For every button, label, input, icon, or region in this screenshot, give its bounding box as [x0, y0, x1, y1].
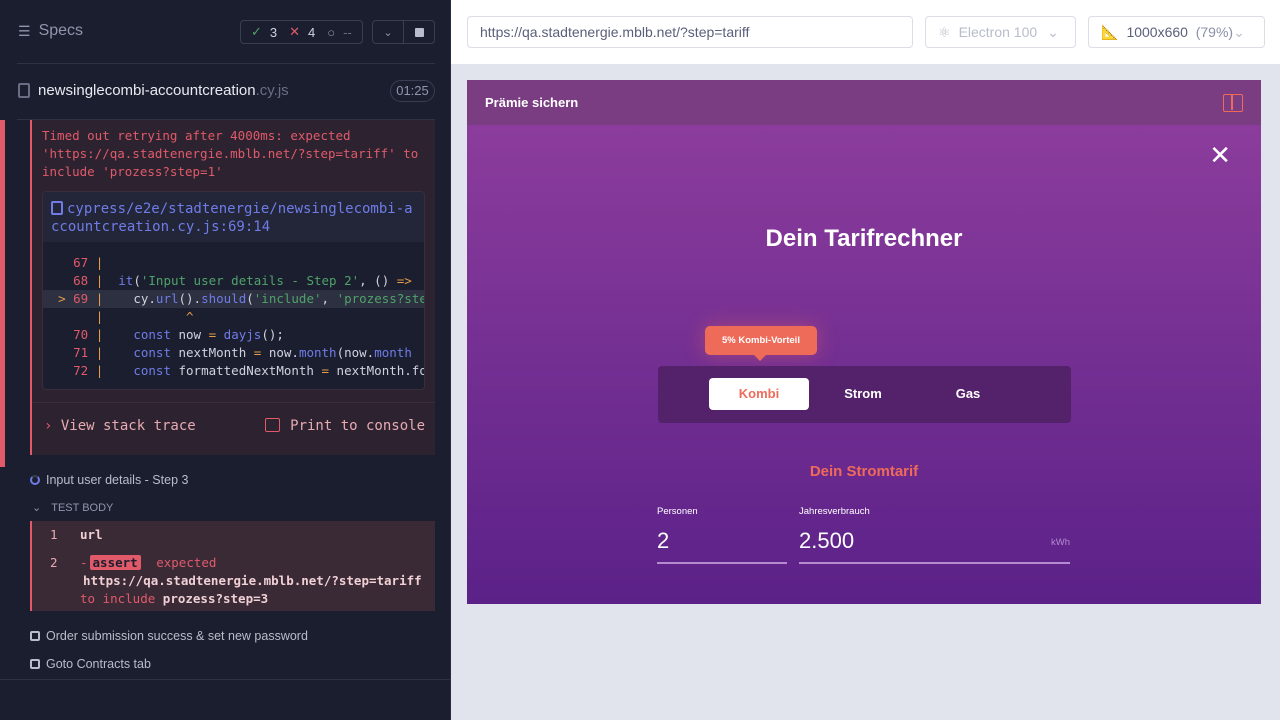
code-frame-file-link[interactable]: cypress/e2e/stadtenergie/newsinglecombi-…	[43, 192, 424, 242]
test-body-toggle[interactable]: ⌄ TEST BODY	[32, 501, 113, 515]
persons-input[interactable]: 2	[657, 528, 787, 564]
line-number	[58, 309, 96, 324]
kombi-discount-badge: 5% Kombi-Vorteil	[705, 326, 817, 361]
spinner-icon	[30, 475, 40, 485]
page-title: Dein Tarifrechner	[765, 225, 963, 252]
terminal-icon	[265, 418, 281, 432]
print-to-console-button[interactable]: Print to console	[265, 418, 425, 434]
code-line: 70 | const now = dayjs();	[43, 326, 424, 344]
line-number: 67	[73, 255, 96, 270]
spec-file-header[interactable]: newsinglecombi-accountcreation.cy.js	[18, 82, 289, 99]
line-number: 71	[73, 345, 96, 360]
collapse-button[interactable]: ⌄	[373, 21, 403, 43]
spinner-icon: ○	[327, 24, 336, 40]
chevron-right-icon: ›	[44, 418, 61, 434]
reporter-panel: ☰ Specs ✓ 3 ✕ 4 ○ -- ⌄ newsinglecombi-accou…	[0, 0, 451, 720]
persons-label: Personen	[657, 506, 698, 517]
command-row[interactable]: 1 url	[50, 527, 103, 542]
code-frame: cypress/e2e/stadtenergie/newsinglecombi-…	[42, 191, 425, 390]
file-icon	[51, 201, 63, 215]
code-line: 68 | it('Input user details - Step 2', (…	[43, 272, 424, 290]
check-icon: ✓	[251, 24, 262, 39]
test-title: Input user details - Step 3	[46, 473, 189, 487]
browser-select[interactable]: ⚛ Electron 100 ⌄	[925, 16, 1076, 48]
code-line: | ^	[43, 308, 424, 326]
command-row[interactable]: 2 - assert expected https://qa.stadtenerg…	[50, 554, 430, 606]
failed-count: 4	[308, 24, 316, 40]
square-icon	[30, 659, 40, 669]
code-line: 67 |	[43, 254, 424, 272]
specs-toggle[interactable]: ☰ Specs	[18, 22, 83, 40]
energy-type-tabs: Kombi Strom Gas	[658, 366, 1071, 423]
assert-badge: assert	[89, 555, 141, 570]
code-line: > 69 | cy.url().should('include', 'proze…	[43, 290, 424, 308]
tab-strom[interactable]: Strom	[818, 378, 908, 410]
specs-title: Specs	[38, 22, 84, 39]
close-icon[interactable]: ✕	[1209, 142, 1231, 168]
test-pending[interactable]: Goto Contracts tab	[30, 657, 151, 671]
code-line: 72 | const formattedNextMonth = nextMont…	[43, 362, 424, 380]
usage-unit: kWh	[1051, 537, 1070, 548]
test-pending[interactable]: Order submission success & set new passw…	[30, 629, 308, 643]
divider	[0, 679, 451, 680]
gift-icon[interactable]	[1223, 93, 1243, 112]
app-under-test: Prämie sichern ✕ Dein Tarifrechner 5% Ko…	[467, 80, 1261, 604]
file-icon	[18, 83, 30, 98]
spec-name: newsinglecombi-accountcreation	[38, 82, 256, 99]
url-bar[interactable]: https://qa.stadtenergie.mblb.net/?step=t…	[467, 16, 913, 48]
electron-icon: ⚛	[938, 23, 951, 40]
tab-gas[interactable]: Gas	[923, 378, 1013, 410]
run-controls: ⌄	[372, 20, 435, 44]
line-number: 70	[73, 327, 96, 342]
spec-ext: .cy.js	[255, 82, 289, 99]
line-number: 72	[73, 363, 96, 378]
square-icon	[30, 631, 40, 641]
test-running[interactable]: Input user details - Step 3	[30, 473, 188, 487]
passed-count: 3	[269, 24, 278, 40]
usage-label: Jahresverbrauch	[799, 506, 870, 517]
divider	[32, 402, 435, 403]
tab-kombi[interactable]: Kombi	[709, 378, 809, 410]
command-log: 1 url 2 - assert expected https://qa.stadt…	[30, 521, 435, 611]
aut-toolbar: https://qa.stadtenergie.mblb.net/?step=t…	[451, 0, 1280, 64]
test-stats: ✓ 3 ✕ 4 ○ --	[240, 20, 363, 44]
error-message: Timed out retrying after 4000ms: expecte…	[42, 128, 419, 179]
view-stack-trace-button[interactable]: › View stack trace	[44, 418, 196, 434]
app-header: Prämie sichern	[467, 80, 1261, 125]
code-line: 71 | const nextMonth = now.month(now.mon…	[43, 344, 424, 362]
line-number: 68	[73, 273, 96, 288]
line-number: > 69	[58, 291, 96, 306]
ruler-icon: 📐	[1101, 23, 1119, 40]
bonus-link[interactable]: Prämie sichern	[485, 95, 578, 110]
divider	[17, 63, 435, 64]
stop-button[interactable]	[403, 21, 434, 43]
failed-indicator	[0, 120, 5, 467]
menu-icon: ☰	[18, 22, 31, 39]
chevron-down-icon: ⌄	[1047, 23, 1059, 40]
viewport-select[interactable]: 📐 1000x660 (79%) ⌄	[1088, 16, 1265, 48]
chevron-down-icon: ⌄	[32, 502, 42, 514]
x-icon: ✕	[289, 24, 301, 39]
spec-duration: 01:25	[390, 80, 435, 102]
chevron-down-icon: ⌄	[383, 26, 393, 39]
chevron-down-icon: ⌄	[1233, 23, 1245, 40]
stop-icon	[414, 27, 424, 37]
pending-count: --	[343, 24, 352, 40]
section-title: Dein Stromtarif	[809, 463, 919, 480]
usage-input[interactable]: 2.500 kWh	[799, 528, 1070, 564]
error-actions: › View stack trace Print to console	[44, 418, 425, 434]
